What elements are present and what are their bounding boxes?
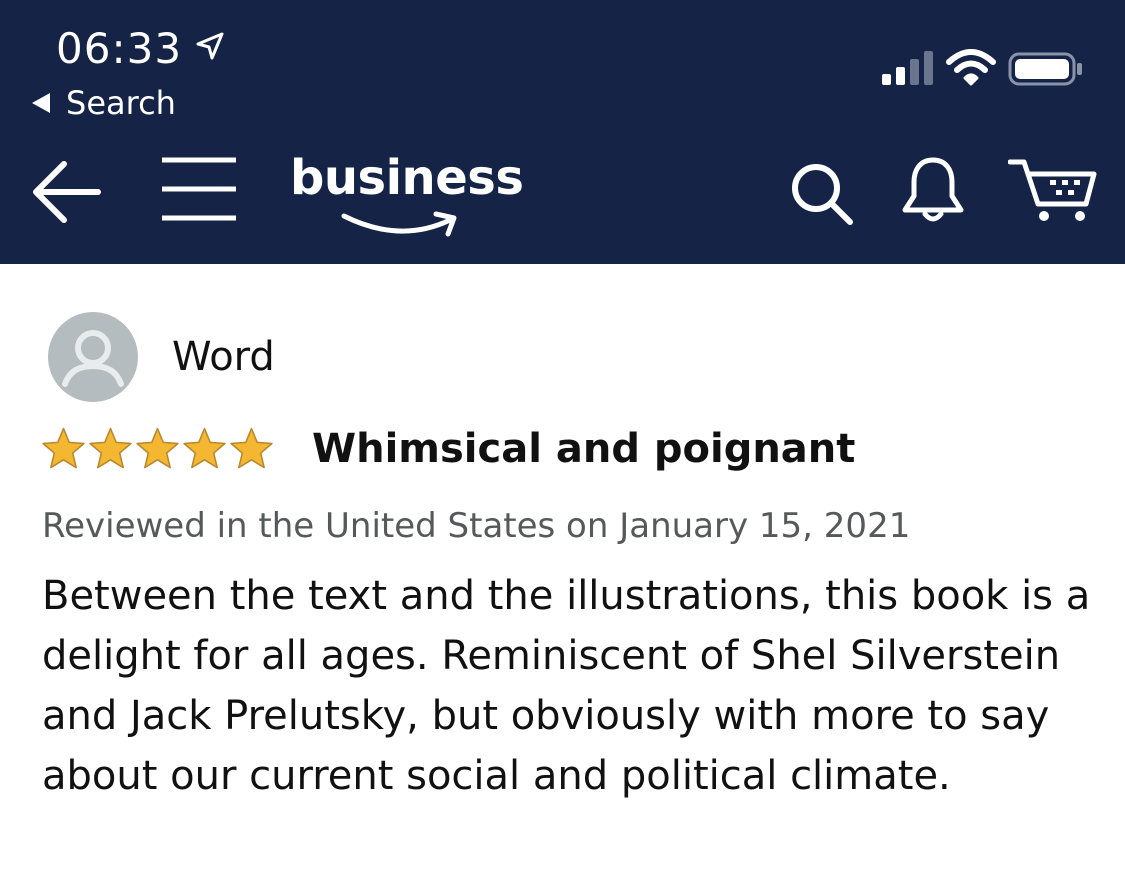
bell-icon[interactable] <box>900 154 966 224</box>
review-date-location: Reviewed in the United States on January… <box>42 506 911 546</box>
amazon-business-logo[interactable]: business <box>290 150 524 242</box>
review-card: Word Whimsical and poignant Reviewed in … <box>0 264 1125 889</box>
reviewer-avatar-icon[interactable] <box>48 312 138 402</box>
back-triangle-icon <box>32 93 50 113</box>
review-body: Between the text and the illustrations, … <box>42 573 1091 799</box>
logo-text: business <box>290 150 524 206</box>
search-icon[interactable] <box>788 160 854 226</box>
battery-icon <box>1008 52 1082 86</box>
cart-icon[interactable] <box>1008 156 1098 224</box>
cellular-signal-icon <box>882 51 933 85</box>
star-icon <box>42 427 85 469</box>
hamburger-menu-icon[interactable] <box>160 156 238 222</box>
location-arrow-icon <box>196 32 224 60</box>
review-title: Whimsical and poignant <box>312 426 856 472</box>
star-icon <box>183 427 226 469</box>
reviewer-name[interactable]: Word <box>172 334 275 380</box>
back-arrow-icon[interactable] <box>32 156 104 228</box>
top-header: 06:33 Search business <box>0 0 1125 264</box>
back-to-search-link[interactable]: Search <box>32 84 176 122</box>
wifi-icon <box>946 49 996 86</box>
star-icon <box>89 427 132 469</box>
logo-smile-icon <box>341 211 457 237</box>
star-icon <box>230 427 273 469</box>
star-icon <box>136 427 179 469</box>
back-to-search-label: Search <box>66 84 176 122</box>
star-rating <box>40 426 275 472</box>
status-time: 06:33 <box>56 24 183 73</box>
